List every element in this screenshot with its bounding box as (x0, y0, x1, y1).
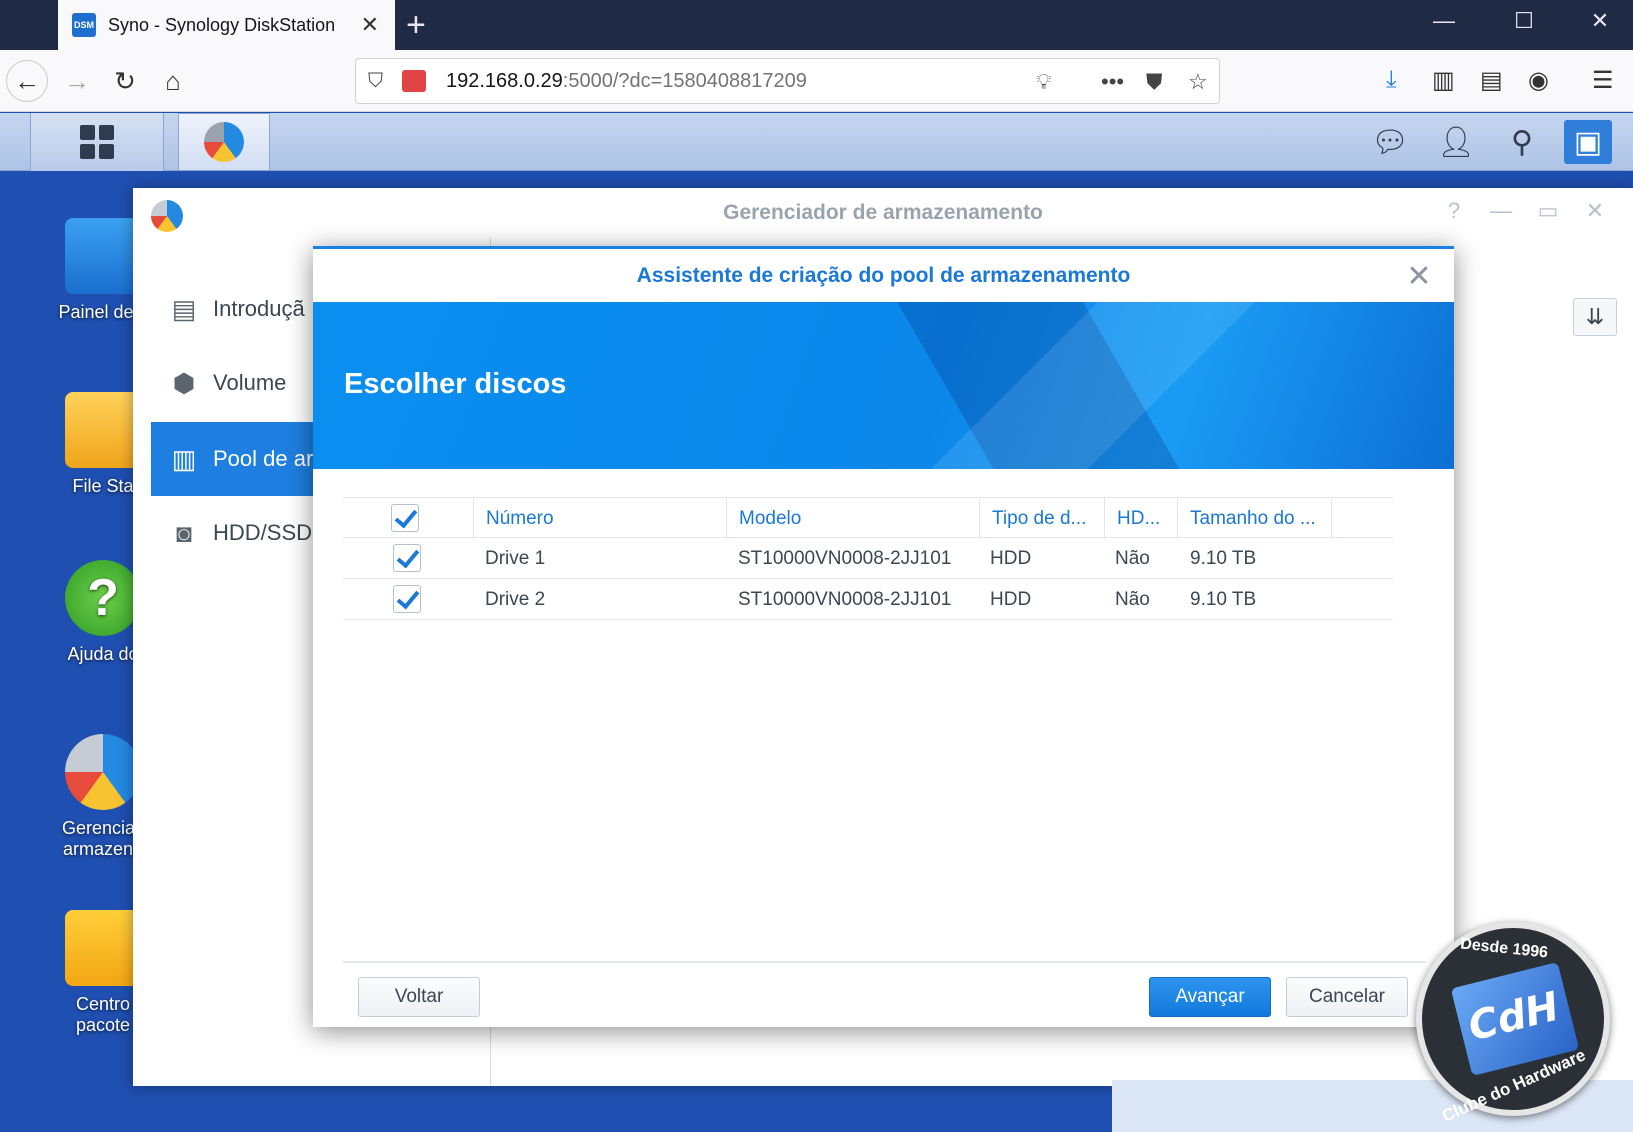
url-host: 192.168.0.29 (446, 69, 563, 92)
page-actions-icon[interactable]: ••• (1101, 69, 1124, 95)
forward-arrow-icon[interactable]: → (56, 60, 98, 102)
table-row[interactable]: Drive 1 ST10000VN0008-2JJ101 HDD Não 9.1… (343, 538, 1393, 579)
home-icon[interactable]: ⌂ (152, 60, 194, 102)
table-header: Número Modelo Tipo de d... HD... Tamanho… (343, 497, 1393, 539)
url-rest: :5000/?dc=1580408817209 (562, 69, 807, 92)
wizard-banner: Escolher discos (313, 302, 1454, 469)
cell-model: ST10000VN0008-2JJ101 (738, 589, 952, 610)
cancel-button[interactable]: Cancelar (1286, 977, 1408, 1017)
row-checkbox[interactable] (393, 544, 421, 572)
cell-number: Drive 2 (485, 589, 546, 610)
account-icon[interactable]: ◉ (1528, 66, 1549, 95)
taskbar-storage-manager-button[interactable] (178, 113, 270, 171)
storage-manager-icon (65, 734, 141, 810)
control-panel-icon (65, 218, 141, 294)
pool-creation-wizard: Assistente de criação do pool de armazen… (313, 246, 1454, 1027)
package-bag-icon (65, 910, 141, 986)
reload-icon[interactable]: ↻ (104, 60, 146, 102)
cell-number: Drive 1 (485, 548, 546, 569)
cell-size: 9.10 TB (1190, 589, 1257, 610)
col-type[interactable]: Tipo de d... (979, 498, 1104, 539)
desktop-icon-label: Centro pacote (75, 994, 131, 1035)
sidebar-icon[interactable]: ▤ (1480, 66, 1503, 95)
col-hd[interactable]: HD... (1104, 498, 1177, 539)
bookmark-star-icon[interactable]: ☆ (1188, 69, 1208, 95)
user-icon[interactable]: 👤︎ (1432, 120, 1480, 164)
close-icon[interactable]: ✕ (1580, 198, 1610, 224)
url-text[interactable]: 192.168.0.29:5000/?dc=1580408817209 (446, 70, 807, 93)
sort-icon[interactable]: ⇊ (1573, 298, 1617, 336)
search-icon[interactable]: ⚲ (1498, 120, 1546, 164)
maximize-icon[interactable]: ▭ (1533, 198, 1563, 224)
sidebar-item-label: Volume (213, 370, 287, 395)
dsm-taskbar: 💬︎ 👤︎ ⚲ ▣ (0, 113, 1633, 171)
wizard-title: Assistente de criação do pool de armazen… (636, 264, 1131, 287)
col-number[interactable]: Número (473, 498, 726, 539)
col-size[interactable]: Tamanho do ... (1177, 498, 1332, 539)
help-icon[interactable]: ? (1439, 198, 1469, 224)
notifications-chat-icon[interactable]: 💬︎ (1366, 120, 1414, 164)
cell-model: ST10000VN0008-2JJ101 (738, 548, 952, 569)
table-row[interactable]: Drive 2 ST10000VN0008-2JJ101 HDD Não 9.1… (343, 579, 1393, 620)
lightbulb-icon[interactable]: 💡︎ (1036, 69, 1051, 95)
cell-type: HDD (990, 589, 1032, 610)
help-icon: ? (65, 560, 141, 636)
cell-hd: Não (1115, 589, 1150, 610)
sidebar-item-label: Pool de ar (213, 446, 314, 471)
browser-tab[interactable]: DSM Syno - Synology DiskStation ✕ (58, 0, 395, 50)
select-all-cell (343, 498, 473, 539)
back-arrow-icon[interactable]: ← (6, 60, 48, 102)
browser-nav-bar: ← → ↻ ⌂ ⛉ 192.168.0.29:5000/?dc=15804088… (0, 50, 1633, 112)
select-all-checkbox[interactable] (391, 504, 419, 532)
sidebar-item-label: Introduçã (213, 296, 305, 321)
main-menu-icon (80, 125, 114, 159)
sidebar-item-label: HDD/SSD (213, 520, 313, 545)
widgets-icon[interactable]: ▣ (1564, 120, 1612, 164)
minimize-window-icon[interactable]: — (1424, 8, 1464, 34)
col-model[interactable]: Modelo (726, 498, 979, 539)
library-icon[interactable]: ▥ (1432, 66, 1455, 95)
window-title: Gerenciador de armazenamento (723, 201, 1043, 224)
clube-do-hardware-watermark: Desde 1996 CdH Clube do Hardware (1416, 922, 1610, 1126)
overview-icon: ▤ (171, 294, 197, 324)
cell-size: 9.10 TB (1190, 548, 1257, 569)
folder-icon (65, 392, 141, 468)
cubes-icon: ⬢ (172, 368, 196, 398)
cell-hd: Não (1115, 548, 1150, 569)
dsm-favicon-icon: DSM (72, 13, 96, 37)
disk-table: Número Modelo Tipo de d... HD... Tamanho… (343, 497, 1393, 620)
menu-icon[interactable]: ☰ (1592, 66, 1614, 95)
pool-icon: ▥ (171, 444, 197, 474)
tracking-shield-icon[interactable]: ⛉ (368, 70, 392, 93)
wizard-step-heading: Escolher discos (344, 368, 567, 400)
back-button[interactable]: Voltar (358, 977, 480, 1017)
watermark-since: Desde 1996 (1459, 935, 1549, 962)
downloads-icon[interactable]: ⤓ (1386, 66, 1397, 94)
tab-title: Syno - Synology DiskStation (108, 14, 336, 35)
cell-type: HDD (990, 548, 1032, 569)
close-tab-icon[interactable]: ✕ (361, 12, 379, 38)
insecure-connection-icon[interactable] (402, 70, 426, 92)
minimize-icon[interactable]: — (1486, 198, 1516, 224)
close-icon[interactable]: ✕ (1404, 259, 1434, 294)
address-bar[interactable]: ⛉ 192.168.0.29:5000/?dc=1580408817209 💡︎… (355, 58, 1220, 104)
new-tab-icon[interactable]: + (406, 6, 426, 45)
main-menu-button[interactable] (30, 113, 164, 171)
maximize-window-icon[interactable]: ☐ (1504, 8, 1544, 34)
pocket-icon[interactable]: ⛊ (1146, 69, 1163, 95)
close-window-icon[interactable]: ✕ (1580, 8, 1620, 34)
browser-tab-bar: DSM Syno - Synology DiskStation ✕ + — ☐ … (0, 0, 1633, 50)
row-checkbox[interactable] (393, 585, 421, 613)
footer-divider (343, 961, 1426, 963)
storage-manager-icon (204, 122, 244, 162)
disk-icon: ◙ (176, 518, 192, 548)
next-button[interactable]: Avançar (1149, 977, 1271, 1017)
